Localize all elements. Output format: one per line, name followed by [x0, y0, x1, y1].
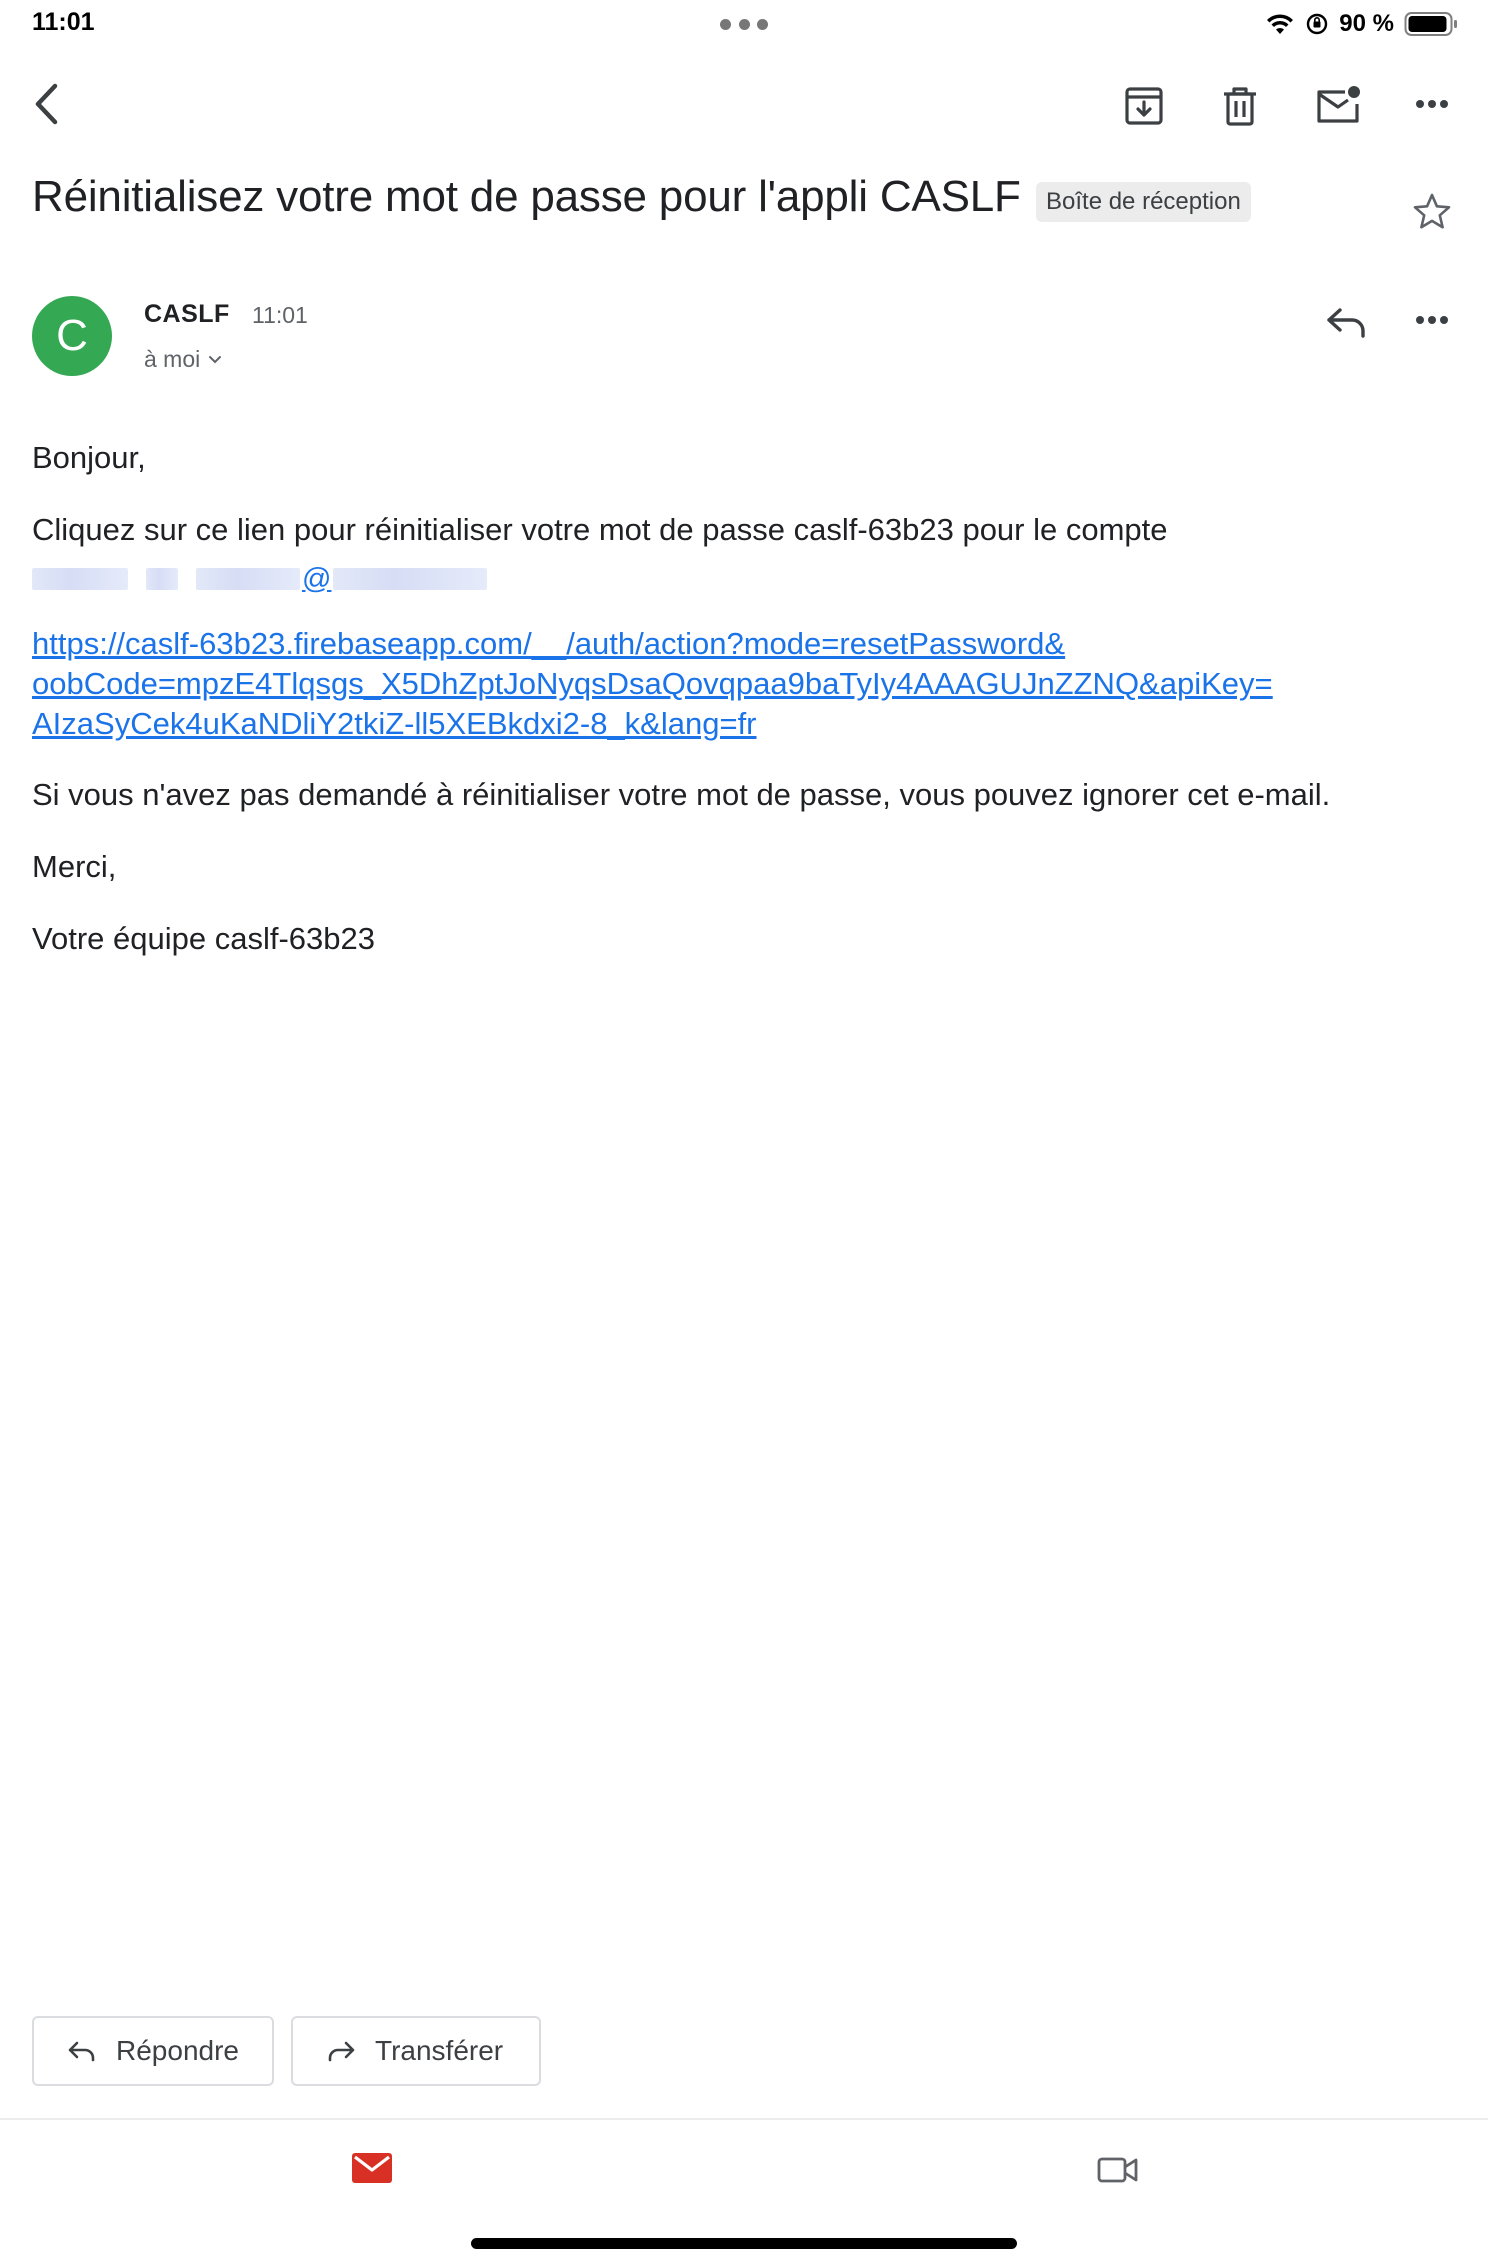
multitasking-dots-icon[interactable] [720, 12, 768, 36]
email-at-sign: @ [302, 562, 332, 595]
ignore-text: Si vous n'avez pas demandé à réinitialis… [32, 777, 1331, 812]
message-more-icon[interactable] [1408, 304, 1456, 336]
status-indicators: 90 % [1265, 6, 1458, 42]
bottom-nav-divider [0, 2118, 1488, 2120]
recipient-details[interactable]: à moi [144, 346, 222, 373]
sender-name: CASLF [144, 300, 230, 328]
signature-text: Votre équipe caslf-63b23 [32, 921, 375, 956]
mark-unread-icon[interactable] [1310, 78, 1366, 130]
reply-button-label: Répondre [116, 2035, 239, 2066]
chevron-down-icon [208, 355, 222, 365]
reset-password-link[interactable]: https://caslf-63b23.firebaseapp.com/__/a… [32, 624, 1273, 744]
delete-icon[interactable] [1214, 80, 1266, 132]
back-icon[interactable] [22, 76, 70, 132]
star-icon[interactable] [1408, 188, 1456, 236]
blurred-segment [146, 568, 178, 590]
archive-icon[interactable] [1118, 80, 1170, 132]
reply-button[interactable]: Répondre [32, 2016, 274, 2086]
blurred-segment [333, 568, 488, 590]
forward-button-label: Transférer [375, 2035, 504, 2066]
home-indicator[interactable] [471, 2238, 1017, 2249]
greeting-text: Bonjour, [32, 440, 146, 475]
email-time: 11:01 [252, 302, 308, 328]
battery-icon [1404, 11, 1458, 37]
battery-percent: 90 % [1339, 10, 1394, 37]
status-time: 11:01 [32, 8, 95, 36]
blurred-segment [32, 568, 128, 590]
inbox-label-chip[interactable]: Boîte de réception [1036, 182, 1251, 222]
mail-icon[interactable] [348, 2148, 396, 2188]
recipient-label: à moi [144, 346, 201, 372]
link-line: https://caslf-63b23.firebaseapp.com/__/a… [32, 626, 1066, 661]
intro-text: Cliquez sur ce lien pour réinitialiser v… [32, 512, 1168, 547]
orientation-lock-icon [1305, 12, 1329, 36]
reply-icon[interactable] [1320, 298, 1372, 346]
blurred-segment [196, 568, 300, 590]
link-line: oobCode=mpzE4Tlqsgs_X5DhZptJoNyqsDsaQovq… [32, 666, 1273, 701]
link-line: AIzaSyCek4uKaNDliY2tkiZ-ll5XEBkdxi2-8_k&… [32, 706, 757, 741]
thanks-text: Merci, [32, 849, 117, 884]
wifi-icon [1265, 12, 1295, 36]
forward-button[interactable]: Transférer [291, 2016, 541, 2086]
video-icon[interactable] [1092, 2150, 1144, 2190]
forward-icon [327, 2040, 355, 2062]
reply-icon [68, 2040, 96, 2062]
sender-avatar[interactable]: C [32, 296, 112, 376]
email-subject: Réinitialisez votre mot de passe pour l'… [32, 172, 1021, 221]
more-icon[interactable] [1408, 88, 1456, 120]
redacted-email-address[interactable]: @ [32, 560, 488, 598]
